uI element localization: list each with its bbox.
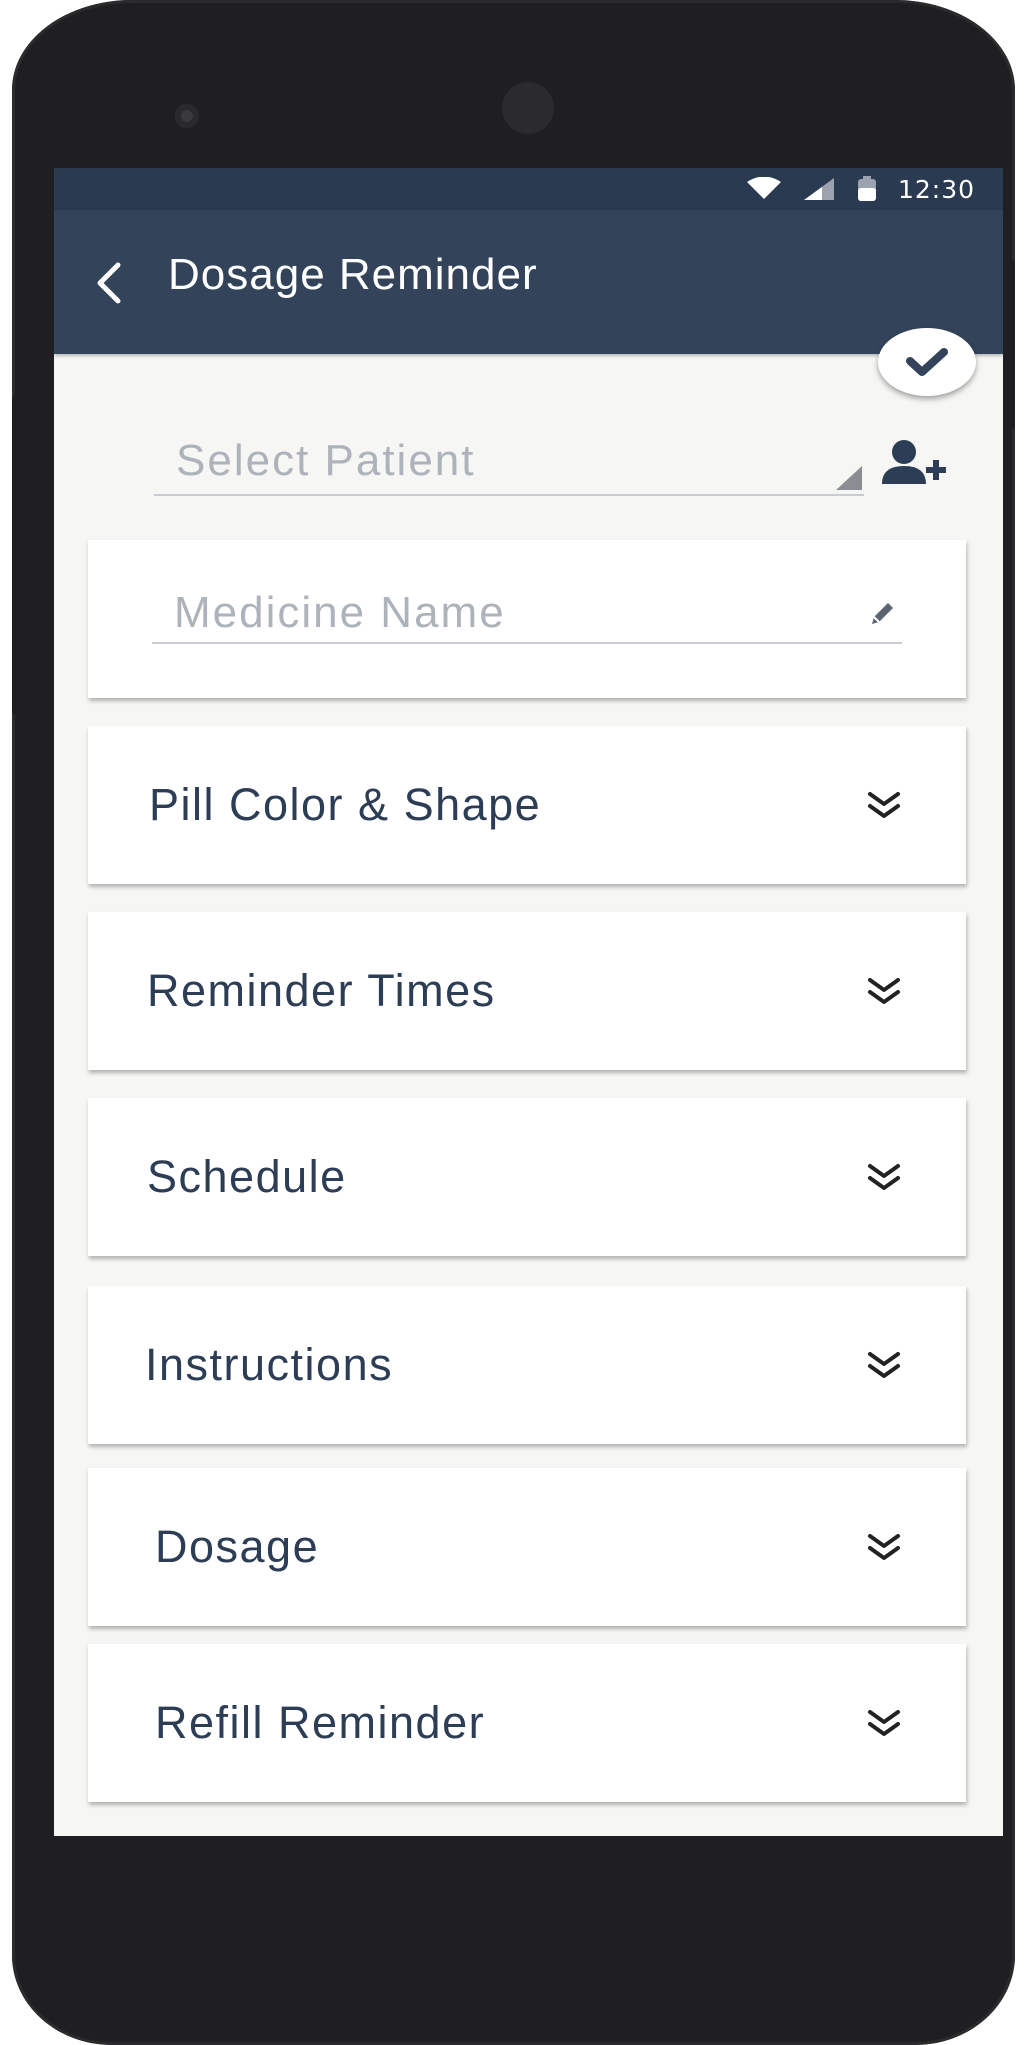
section-label: Refill Reminder [155, 1697, 486, 1748]
section-label: Dosage [155, 1521, 320, 1572]
double-chevron-down-icon [868, 978, 900, 1004]
save-button[interactable] [878, 328, 976, 396]
volume-button [12, 395, 26, 715]
double-chevron-down-icon [868, 1534, 900, 1560]
double-chevron-down-icon [868, 1352, 900, 1378]
screen: 12:30 Dosage Reminder Select Patient Med… [54, 168, 1003, 1836]
patient-placeholder: Select Patient [176, 436, 476, 485]
cell-signal-icon [803, 178, 834, 200]
add-user-icon [882, 440, 946, 484]
section-refill-reminder[interactable]: Refill Reminder [88, 1644, 966, 1802]
section-instructions[interactable]: Instructions [88, 1286, 966, 1444]
section-dosage[interactable]: Dosage [88, 1468, 966, 1626]
status-time: 12:30 [897, 174, 975, 204]
section-schedule[interactable]: Schedule [88, 1098, 966, 1256]
double-chevron-down-icon [868, 1710, 900, 1736]
check-icon [906, 348, 948, 376]
phone-frame: 12:30 Dosage Reminder Select Patient Med… [12, 0, 1015, 2045]
add-patient-button[interactable] [882, 438, 948, 486]
patient-row: Select Patient [154, 426, 904, 496]
front-camera [502, 82, 554, 134]
page-title: Dosage Reminder [168, 250, 538, 299]
double-chevron-down-icon [868, 1164, 900, 1190]
battery-icon [857, 176, 876, 201]
section-label: Pill Color & Shape [149, 779, 542, 830]
wifi-icon [746, 177, 781, 199]
dropdown-arrow-icon [836, 466, 862, 490]
sensor-dot [175, 104, 199, 128]
status-bar: 12:30 [54, 168, 1003, 210]
section-reminder-times[interactable]: Reminder Times [88, 912, 966, 1070]
medicine-name-input[interactable]: Medicine Name [152, 580, 902, 644]
app-bar: Dosage Reminder [54, 210, 1003, 354]
power-button [1001, 260, 1015, 430]
section-label: Reminder Times [147, 965, 496, 1016]
pencil-icon [872, 603, 893, 624]
patient-select[interactable]: Select Patient [154, 426, 864, 496]
chevron-left-icon [97, 262, 121, 304]
medicine-placeholder: Medicine Name [174, 588, 506, 637]
back-button[interactable] [84, 258, 134, 308]
section-label: Schedule [147, 1151, 347, 1202]
section-label: Instructions [145, 1339, 394, 1390]
section-pill-color-shape[interactable]: Pill Color & Shape [88, 726, 966, 884]
medicine-card: Medicine Name [88, 540, 966, 698]
double-chevron-down-icon [868, 792, 900, 818]
